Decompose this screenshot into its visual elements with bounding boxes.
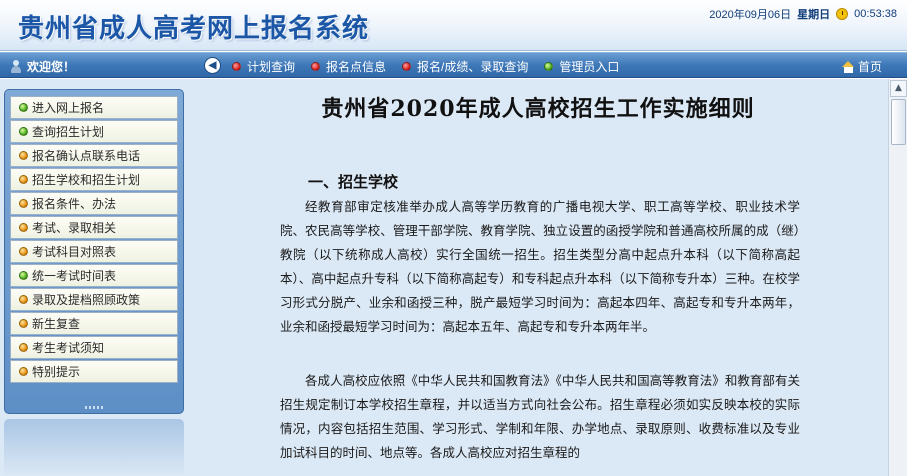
orange-dot-icon <box>19 343 28 352</box>
sidebar-item-label: 特别提示 <box>32 365 81 379</box>
home-label: 首页 <box>858 60 883 74</box>
article-paragraph: 各成人高校应依照《中华人民共和国教育法》《中华人民共和国高等教育法》和教育部有关… <box>280 373 800 460</box>
home-icon <box>842 60 855 73</box>
sidebar-item-label: 查询招生计划 <box>32 125 105 139</box>
header-banner: 贵州省成人高考网上报名系统 2020年09月06日 星期日 00:53:38 <box>0 0 907 51</box>
sidebar-item-label: 录取及提档照顾政策 <box>32 293 141 307</box>
sidebar-item-freshman-review[interactable]: 新生复查 <box>10 312 178 335</box>
sidebar-item-label: 进入网上报名 <box>32 101 105 115</box>
article-content: 贵州省2020年成人高校招生工作实施细则 一、招生学校 经教育部审定核准举办成人… <box>188 79 888 476</box>
orange-dot-icon <box>19 199 28 208</box>
top-nav-bar: 欢迎您！ ◀ 计划查询 报名点信息 报名/成绩、录取查询 管理员入口 首页 <box>0 52 907 78</box>
welcome-area: 欢迎您！ <box>10 58 75 75</box>
orange-dot-icon <box>19 175 28 184</box>
sidebar-item-enrollment-plan[interactable]: 查询招生计划 <box>10 120 178 143</box>
sidebar-item-label: 考试科目对照表 <box>32 245 117 259</box>
body-area: 进入网上报名 查询招生计划 报名确认点联系电话 招生学校和招生计划 报名条件、办… <box>0 79 907 476</box>
sidebar-item-label: 考试、录取相关 <box>32 221 117 235</box>
vertical-scrollbar[interactable]: ▲ <box>888 79 907 476</box>
article-title: 贵州省2020年成人高校招生工作实施细则 <box>321 96 755 122</box>
sidebar-item-exam-notice[interactable]: 考生考试须知 <box>10 336 178 359</box>
nav-link-score-query[interactable]: 报名/成绩、录取查询 <box>402 58 528 75</box>
nav-back-arrow-icon[interactable]: ◀ <box>204 57 221 74</box>
sidebar-item-exam-schedule[interactable]: 统一考试时间表 <box>10 264 178 287</box>
clock-icon <box>836 8 849 20</box>
red-dot-icon <box>402 62 412 71</box>
weekday-text: 星期日 <box>797 9 831 21</box>
user-icon <box>10 60 22 73</box>
orange-dot-icon <box>19 367 28 376</box>
date-text: 2020年09月06日 <box>709 9 792 21</box>
sidebar-item-admission-policy[interactable]: 录取及提档照顾政策 <box>10 288 178 311</box>
article-paragraph: 经教育部审定核准举办成人高等学历教育的广播电视大学、职工高等学校、职业技术学院、… <box>280 199 800 334</box>
sidebar-item-special-notice[interactable]: 特别提示 <box>10 360 178 383</box>
sidebar-reflection <box>4 419 184 476</box>
sidebar-item-label: 新生复查 <box>32 317 81 331</box>
sidebar-menu: 进入网上报名 查询招生计划 报名确认点联系电话 招生学校和招生计划 报名条件、办… <box>4 89 184 414</box>
scroll-up-arrow-icon[interactable]: ▲ <box>890 80 907 97</box>
nav-link-registration-points[interactable]: 报名点信息 <box>311 58 386 75</box>
nav-links: 计划查询 报名点信息 报名/成绩、录取查询 管理员入口 <box>232 58 619 75</box>
green-dot-icon <box>19 271 28 280</box>
red-dot-icon <box>232 62 241 71</box>
green-dot-icon <box>19 103 28 112</box>
section-heading: 一、招生学校 <box>308 173 399 191</box>
sidebar-item-schools-and-plans[interactable]: 招生学校和招生计划 <box>10 168 178 191</box>
site-title: 贵州省成人高考网上报名系统 <box>18 14 370 44</box>
sidebar-item-confirmation-phones[interactable]: 报名确认点联系电话 <box>10 144 178 167</box>
sidebar-item-label: 报名确认点联系电话 <box>32 149 141 163</box>
welcome-text: 欢迎您！ <box>27 60 76 74</box>
red-dot-icon <box>311 62 321 71</box>
orange-dot-icon <box>19 151 28 160</box>
nav-link-admin-login[interactable]: 管理员入口 <box>544 58 619 75</box>
nav-link-plan-query[interactable]: 计划查询 <box>232 58 295 75</box>
home-link[interactable]: 首页 <box>842 58 882 75</box>
sidebar-item-online-registration[interactable]: 进入网上报名 <box>10 96 178 119</box>
nav-link-label: 管理员入口 <box>559 60 620 74</box>
green-dot-icon <box>544 62 554 71</box>
scroll-thumb[interactable] <box>891 99 906 145</box>
sidebar-item-subject-table[interactable]: 考试科目对照表 <box>10 240 178 263</box>
orange-dot-icon <box>19 223 28 232</box>
nav-link-label: 报名点信息 <box>326 60 387 74</box>
sidebar-grip <box>85 406 105 409</box>
nav-link-label: 计划查询 <box>247 60 296 74</box>
sidebar-item-exam-admission[interactable]: 考试、录取相关 <box>10 216 178 239</box>
nav-link-label: 报名/成绩、录取查询 <box>417 60 529 74</box>
orange-dot-icon <box>19 247 28 256</box>
sidebar-item-conditions[interactable]: 报名条件、办法 <box>10 192 178 215</box>
time-text: 00:53:38 <box>854 8 897 20</box>
sidebar-item-label: 报名条件、办法 <box>32 197 117 211</box>
datetime-display: 2020年09月06日 星期日 00:53:38 <box>709 6 897 22</box>
orange-dot-icon <box>19 319 28 328</box>
sidebar-item-label: 考生考试须知 <box>32 341 105 355</box>
orange-dot-icon <box>19 295 28 304</box>
green-dot-icon <box>19 127 28 136</box>
sidebar-item-label: 招生学校和招生计划 <box>32 173 141 187</box>
sidebar-item-label: 统一考试时间表 <box>32 269 117 283</box>
